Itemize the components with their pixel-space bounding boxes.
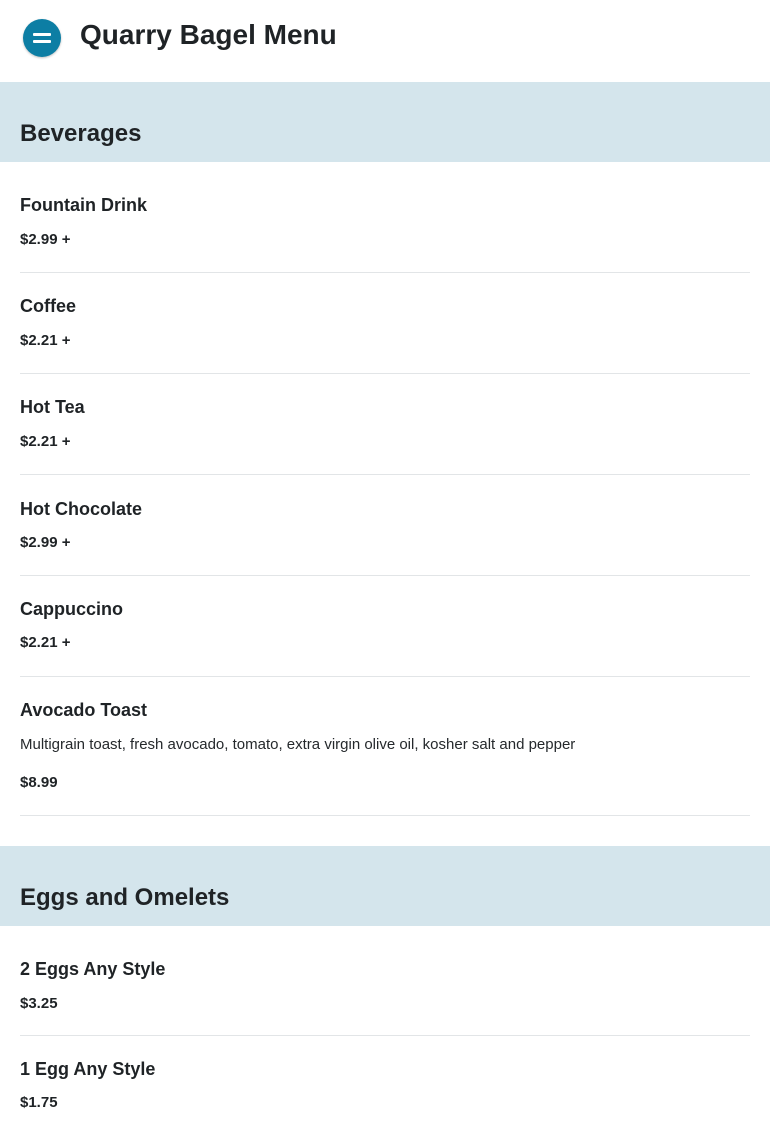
section-header-eggs-and-omelets: Eggs and Omelets — [0, 846, 770, 926]
menu-item-list: 2 Eggs Any Style $3.25 1 Egg Any Style $… — [0, 926, 770, 1136]
item-price: $2.21 + — [20, 332, 71, 349]
item-price: $8.99 — [20, 774, 58, 791]
item-name: Hot Tea — [20, 397, 85, 417]
menu-icon-bar — [33, 40, 51, 43]
menu-item[interactable]: Fountain Drink $2.99 + — [20, 162, 750, 273]
section-header-beverages: Beverages — [0, 82, 770, 162]
item-name: 1 Egg Any Style — [20, 1059, 156, 1079]
menu-item[interactable]: Cappuccino $2.21 + — [20, 576, 750, 677]
item-price: $2.21 + — [20, 634, 71, 651]
menu-item-list: Fountain Drink $2.99 + Coffee $2.21 + Ho… — [0, 162, 770, 816]
item-name: Hot Chocolate — [20, 499, 143, 519]
menu-button[interactable] — [23, 19, 61, 57]
app-header: Quarry Bagel Menu — [0, 0, 770, 82]
menu-item[interactable]: Hot Tea $2.21 + — [20, 374, 750, 475]
menu-item[interactable]: 1 Egg Any Style $1.75 — [20, 1036, 750, 1136]
item-price: $2.99 + — [20, 534, 71, 551]
item-description: Multigrain toast, fresh avocado, tomato,… — [20, 736, 576, 753]
item-name: Avocado Toast — [20, 700, 148, 720]
item-price: $3.25 — [20, 995, 58, 1012]
item-name: Coffee — [20, 296, 77, 316]
item-name: Cappuccino — [20, 599, 124, 619]
section-title: Eggs and Omelets — [20, 884, 230, 911]
item-price: $2.21 + — [20, 433, 71, 450]
item-price: $2.99 + — [20, 231, 71, 248]
item-name: 2 Eggs Any Style — [20, 959, 166, 979]
item-name: Fountain Drink — [20, 195, 147, 215]
menu-item[interactable]: Hot Chocolate $2.99 + — [20, 475, 750, 576]
menu-item[interactable]: 2 Eggs Any Style $3.25 — [20, 926, 750, 1036]
menu-item[interactable]: Coffee $2.21 + — [20, 273, 750, 374]
menu-icon — [33, 33, 51, 36]
section-title: Beverages — [20, 120, 142, 147]
menu-item[interactable]: Avocado Toast Multigrain toast, fresh av… — [20, 677, 750, 816]
item-price: $1.75 — [20, 1094, 58, 1111]
page-title: Quarry Bagel Menu — [80, 19, 337, 50]
